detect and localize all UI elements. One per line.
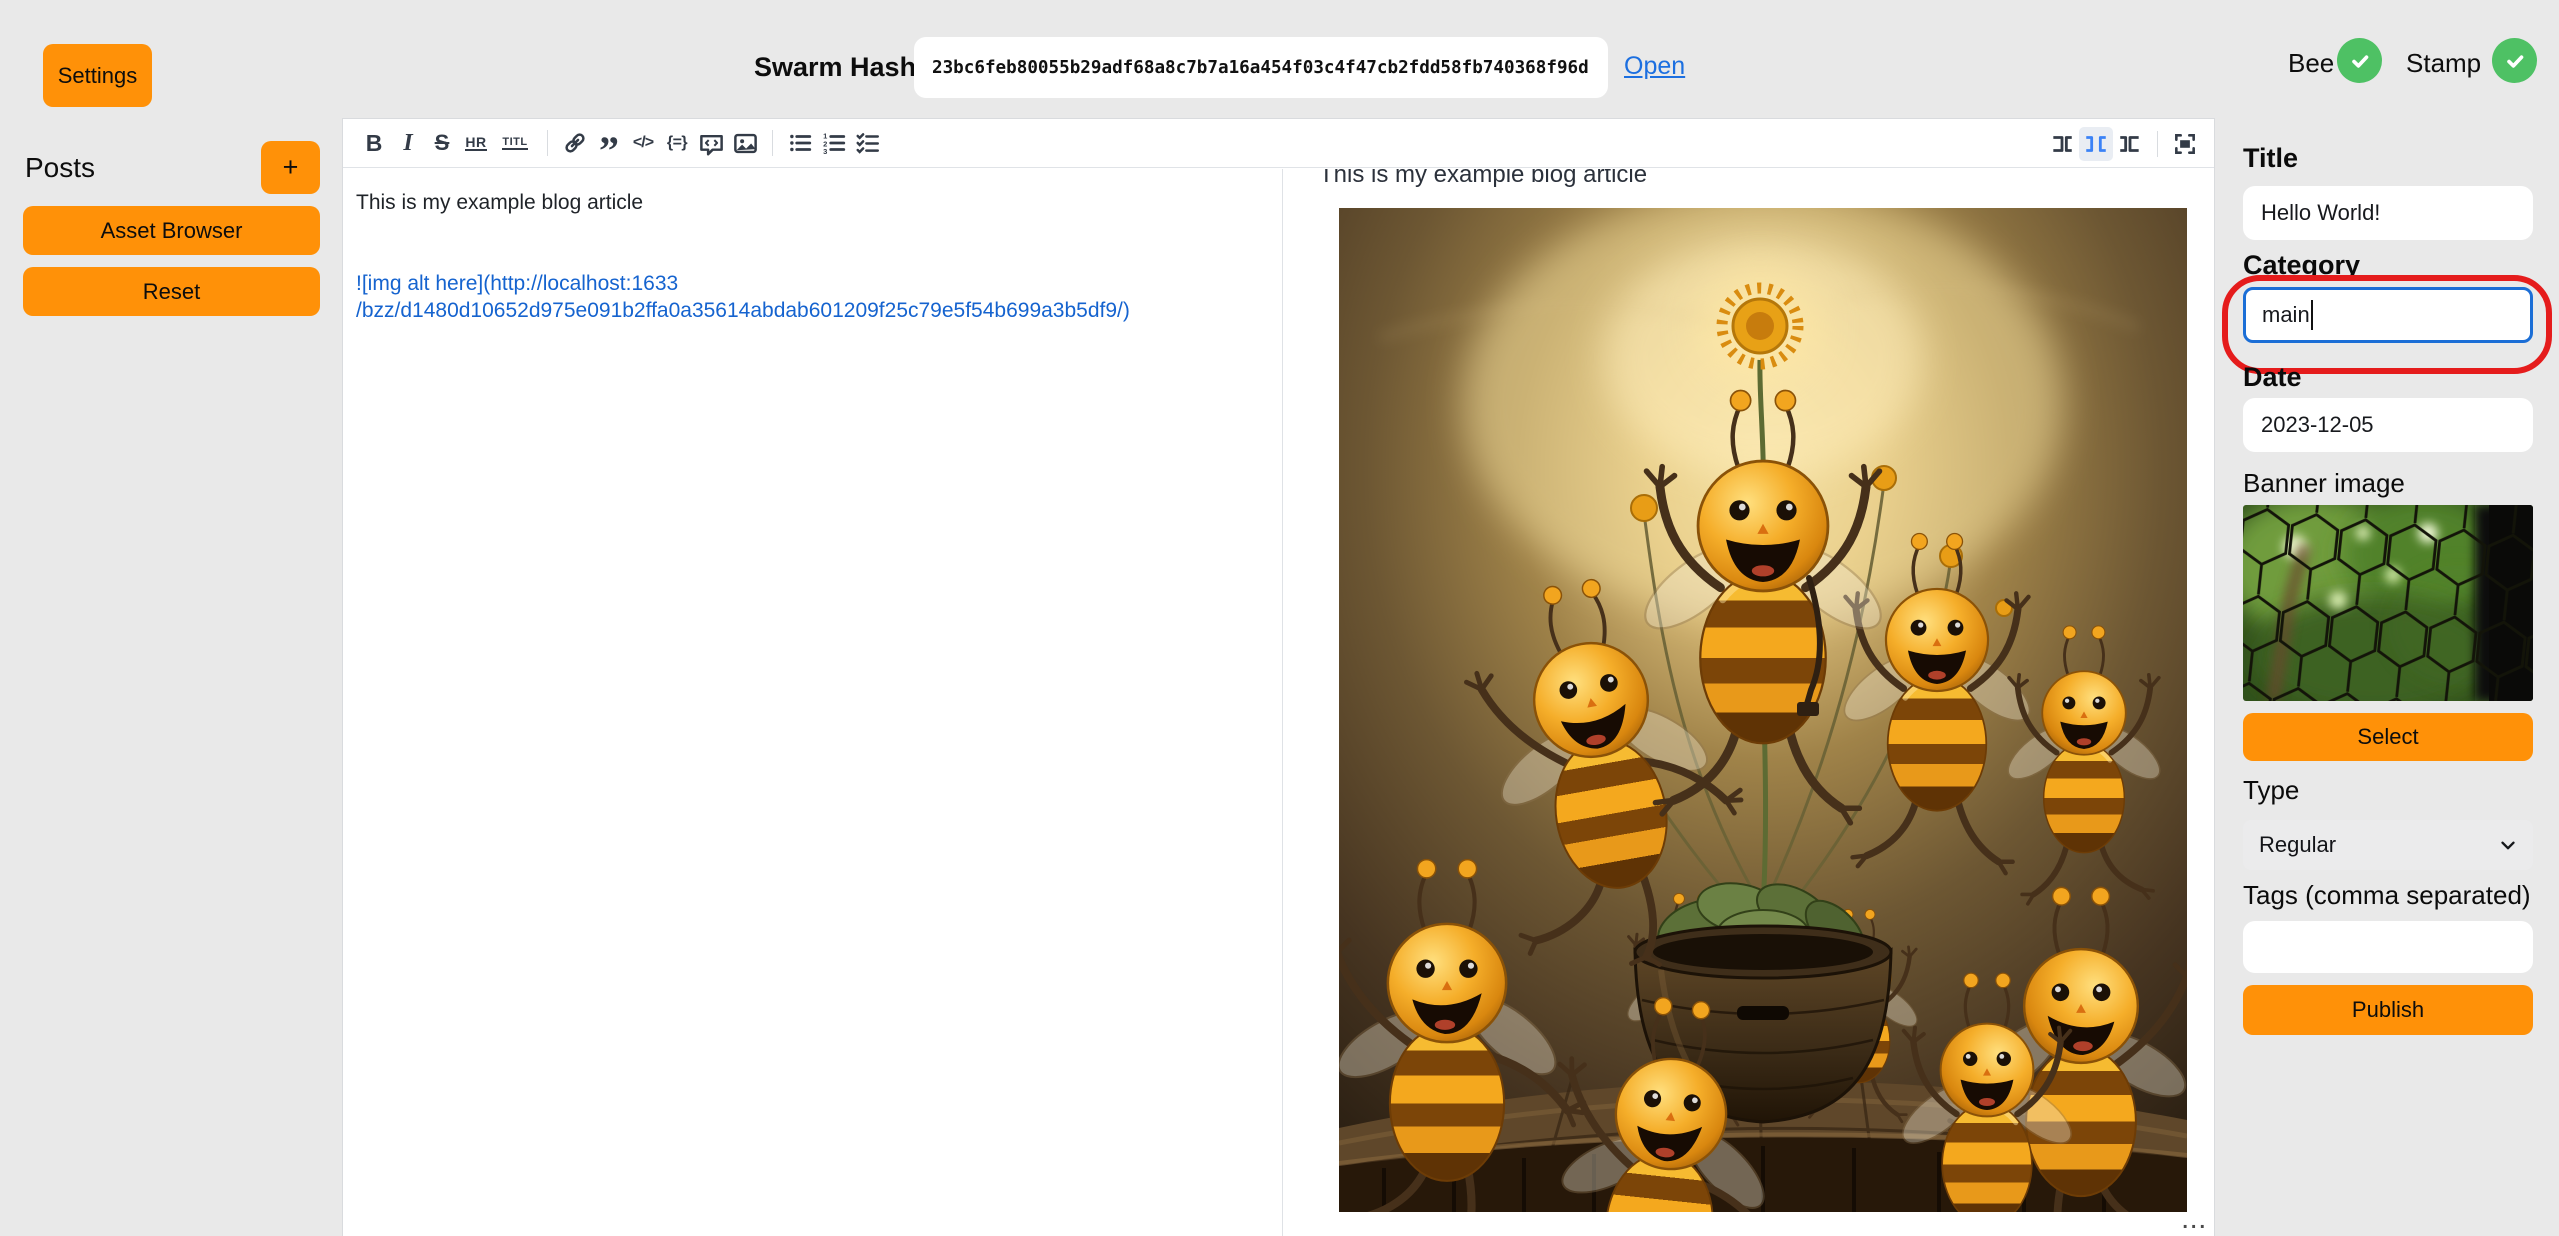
svg-text:3: 3: [823, 147, 827, 156]
title-icon[interactable]: TITL: [493, 126, 537, 160]
bee-status-label: Bee: [2288, 48, 2334, 79]
text-cursor: [2311, 300, 2313, 330]
link-icon[interactable]: [558, 126, 592, 160]
image-icon[interactable]: [728, 126, 762, 160]
title-input[interactable]: [2243, 186, 2533, 240]
code-icon[interactable]: </>: [626, 126, 660, 160]
fullscreen-icon[interactable]: [2168, 127, 2202, 161]
type-selected-value: Regular: [2259, 832, 2336, 858]
stamp-status-check-icon: [2492, 38, 2537, 83]
bee-status-check-icon: [2337, 38, 2382, 83]
type-select[interactable]: Regular: [2243, 820, 2533, 870]
comment-code-icon[interactable]: [694, 126, 728, 160]
bold-icon[interactable]: B: [357, 126, 391, 160]
open-link[interactable]: Open: [1624, 52, 1685, 81]
title-label: Title: [2243, 143, 2298, 174]
preview-paragraph: This is my example blog article: [1319, 169, 2214, 189]
date-label: Date: [2243, 362, 2302, 393]
editor-image-markdown: /bzz/d1480d10652d975e091b2ffa0a35614abda…: [356, 297, 1266, 324]
markdown-preview-pane: This is my example blog article: [1283, 169, 2214, 1236]
banner-image: [2243, 505, 2533, 701]
italic-icon[interactable]: I: [391, 126, 425, 160]
chevron-down-icon: [2497, 834, 2519, 856]
etherjot-blog-editor: Settings Swarm Hash Open Bee Stamp Posts…: [0, 0, 2559, 1236]
ordered-list-icon[interactable]: 1 2 3: [817, 126, 851, 160]
strikethrough-icon[interactable]: S: [425, 126, 459, 160]
posts-heading: Posts: [25, 152, 95, 184]
editor-toolbar: B I S HR TITL ” </> {=}: [343, 119, 2214, 168]
reset-button[interactable]: Reset: [23, 267, 320, 316]
toolbar-separator: [2157, 131, 2158, 157]
asset-browser-button[interactable]: Asset Browser: [23, 206, 320, 255]
category-value: main: [2262, 302, 2310, 328]
swarm-hash-input[interactable]: [914, 37, 1608, 98]
new-post-button[interactable]: +: [261, 141, 320, 194]
category-label: Category: [2243, 250, 2360, 281]
toolbar-separator: [772, 130, 773, 156]
type-label: Type: [2243, 775, 2299, 806]
markdown-editor: B I S HR TITL ” </> {=}: [342, 118, 2215, 1236]
markdown-source-pane[interactable]: This is my example blog article ![img al…: [343, 169, 1282, 1236]
preview-overflow-indicator: ...: [2182, 1211, 2208, 1234]
banner-image-thumbnail: [2243, 505, 2533, 701]
article-image-dancing-bees: [1339, 208, 2187, 1212]
editor-line: [356, 216, 1266, 243]
view-mode-controls: [2045, 119, 2202, 168]
banner-image-label: Banner image: [2243, 468, 2405, 499]
toolbar-separator: [547, 130, 548, 156]
unordered-list-icon[interactable]: [783, 126, 817, 160]
swarm-hash-label: Swarm Hash: [754, 52, 916, 83]
code-block-icon[interactable]: {=}: [660, 126, 694, 160]
tags-input[interactable]: [2243, 921, 2533, 973]
editor-only-view-icon[interactable]: [2045, 127, 2079, 161]
settings-button[interactable]: Settings: [43, 44, 152, 107]
select-banner-button[interactable]: Select: [2243, 713, 2533, 761]
horizontal-rule-icon[interactable]: HR: [459, 126, 493, 160]
editor-image-markdown: ![img alt here](http://localhost:1633: [356, 270, 1266, 297]
editor-line: [356, 243, 1266, 270]
preview-only-view-icon[interactable]: [2113, 127, 2147, 161]
quote-icon[interactable]: ”: [592, 126, 626, 160]
stamp-status-label: Stamp: [2406, 48, 2481, 79]
tags-label: Tags (comma separated): [2243, 880, 2531, 911]
publish-button[interactable]: Publish: [2243, 985, 2533, 1035]
checklist-icon[interactable]: [851, 126, 885, 160]
category-input[interactable]: main: [2243, 287, 2533, 343]
side-by-side-view-icon[interactable]: [2079, 127, 2113, 161]
date-input[interactable]: [2243, 398, 2533, 452]
editor-line: This is my example blog article: [356, 189, 1266, 216]
